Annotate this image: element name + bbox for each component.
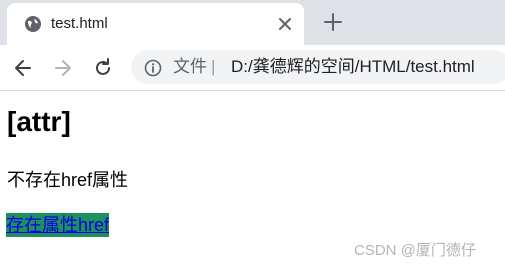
- watermark: CSDN @厦门德仔: [354, 242, 476, 259]
- reload-icon[interactable]: [92, 57, 114, 79]
- info-icon[interactable]: [144, 59, 162, 77]
- arrow-right-icon[interactable]: [52, 57, 74, 79]
- arrow-left-icon[interactable]: [12, 57, 34, 79]
- url-text[interactable]: D:/龚德辉的空间/HTML/test.html: [231, 57, 475, 77]
- address-bar[interactable]: 文件 | D:/龚德辉的空间/HTML/test.html: [131, 50, 505, 84]
- browser-tab[interactable]: test.html: [7, 3, 304, 45]
- file-scheme-label: 文件: [173, 57, 207, 76]
- page-content: [attr] 不存在href属性 存在属性href CSDN @厦门德仔: [0, 91, 505, 271]
- close-icon[interactable]: [277, 16, 293, 32]
- tab-title: test.html: [51, 15, 108, 32]
- href-link[interactable]: 存在属性href: [6, 213, 110, 237]
- tab-strip: test.html: [0, 0, 505, 45]
- omnibox-separator: |: [211, 57, 216, 76]
- page-heading: [attr]: [7, 106, 71, 137]
- browser-toolbar: 文件 | D:/龚德辉的空间/HTML/test.html: [0, 45, 505, 91]
- plus-icon[interactable]: [323, 12, 343, 32]
- paragraph-text: 不存在href属性: [7, 170, 129, 190]
- globe-icon: [25, 16, 41, 32]
